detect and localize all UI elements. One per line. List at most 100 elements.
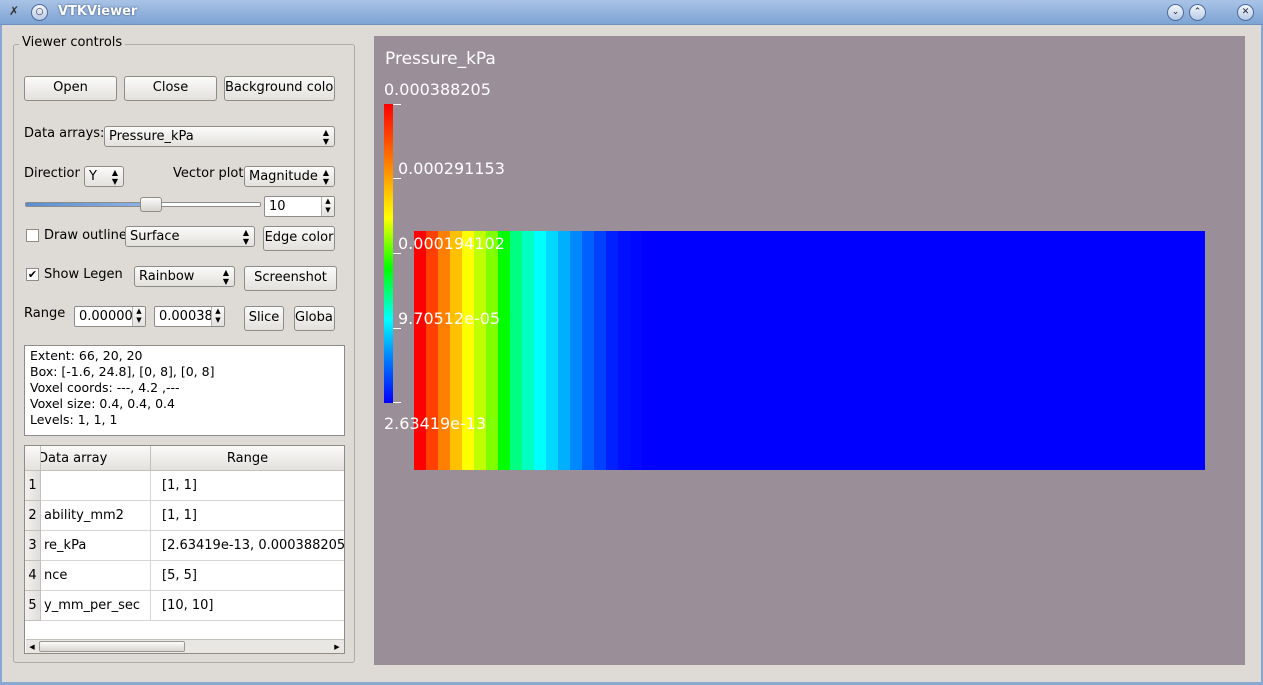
slice-button[interactable]: Slice: [244, 306, 284, 331]
spin-arrows-icon[interactable]: ▲ ▼: [321, 197, 334, 216]
direction-value: Y: [89, 169, 97, 184]
colormap-value: Rainbow: [139, 269, 195, 284]
pressure-strip: [414, 231, 426, 470]
column-header-data-array[interactable]: Data array: [41, 446, 151, 471]
table-cell-name[interactable]: ability_mm2: [41, 501, 151, 531]
info-line: Voxel size: 0.4, 0.4, 0.4: [30, 396, 175, 411]
range-label: Range: [24, 306, 66, 321]
data-arrays-select[interactable]: Pressure_kPa ▲ ▼: [104, 126, 335, 147]
row-header[interactable]: 5: [25, 591, 41, 621]
pressure-strip: [618, 231, 630, 470]
pressure-strip: [546, 231, 558, 470]
close-window-button[interactable]: ✕: [1237, 4, 1254, 21]
legend-label: 0.000291153: [398, 159, 505, 178]
info-line: Voxel coords: ---, 4.2 ,---: [30, 380, 180, 395]
column-header-label: Data array: [41, 451, 108, 466]
legend-label: 9.70512e-05: [398, 309, 501, 328]
pressure-strip: [594, 231, 606, 470]
draw-outline-label: Draw outline: [44, 228, 127, 243]
column-header-range[interactable]: Range: [151, 446, 344, 471]
info-line: Box: [-1.6, 24.8], [0, 8], [0, 8]: [30, 364, 215, 379]
pressure-strip: [570, 231, 582, 470]
pressure-strip: [534, 231, 546, 470]
vector-plot-value: Magnitude: [249, 169, 318, 184]
pressure-strip: [558, 231, 570, 470]
data-arrays-label: Data arrays:: [24, 126, 105, 141]
combo-arrows-icon: ▲ ▼: [111, 168, 119, 186]
combo-arrows-icon: ▲ ▼: [322, 128, 330, 146]
scroll-right-icon[interactable]: ▶: [331, 641, 343, 653]
row-header[interactable]: 4: [25, 561, 41, 591]
table-cell-range[interactable]: [1, 1]: [151, 501, 344, 531]
data-arrays-value: Pressure_kPa: [109, 129, 194, 144]
row-header[interactable]: 1: [25, 471, 41, 501]
pressure-strip: [630, 231, 642, 470]
scrollbar-thumb[interactable]: [39, 641, 185, 652]
edge-color-button[interactable]: Edge color: [263, 226, 335, 251]
viewer-controls-title: Viewer controls: [19, 35, 126, 50]
legend-label-max: 0.000388205: [384, 80, 491, 99]
window-title: VTKViewer: [58, 4, 138, 19]
row-header[interactable]: 3: [25, 531, 41, 561]
direction-label: Direction: [24, 166, 80, 181]
pressure-strip: [522, 231, 534, 470]
pressure-strip: [582, 231, 594, 470]
combo-arrows-icon: ▲ ▼: [322, 168, 330, 186]
slice-spinbox[interactable]: 10 ▲ ▼: [264, 196, 335, 217]
colormap-select[interactable]: Rainbow ▲ ▼: [134, 266, 235, 287]
pressure-strip: [474, 231, 486, 470]
legend-label-min: 2.63419e-13: [384, 414, 487, 433]
pressure-strip: [450, 231, 462, 470]
pressure-strip: [462, 231, 474, 470]
range-min-value: 0.00000: [79, 309, 133, 324]
combo-arrows-icon: ▲ ▼: [242, 228, 250, 246]
global-button[interactable]: Global: [294, 306, 335, 331]
close-button[interactable]: Close: [124, 76, 217, 101]
range-min-spinbox[interactable]: 0.00000 ▲ ▼: [74, 306, 146, 327]
title-bar: ✗ ○ VTKViewer ⌄ ⌃ ✕: [0, 0, 1263, 25]
draw-outline-checkbox[interactable]: [26, 229, 39, 242]
table-cell-name[interactable]: re_kPa: [41, 531, 151, 561]
open-button[interactable]: Open: [24, 76, 117, 101]
screenshot-button[interactable]: Screenshot: [244, 266, 337, 291]
representation-value: Surface: [130, 229, 180, 244]
range-max-spinbox[interactable]: 0.00038 ▲ ▼: [154, 306, 225, 327]
info-text-box: Extent: 66, 20, 20 Box: [-1.6, 24.8], [0…: [24, 345, 345, 436]
column-header-label: Range: [226, 451, 269, 466]
pressure-strip: [438, 231, 450, 470]
window-menu-icon[interactable]: ○: [31, 4, 48, 21]
color-legend-bar: [384, 104, 393, 403]
pressure-strip: [510, 231, 522, 470]
info-line: Extent: 66, 20, 20: [30, 348, 143, 363]
spin-arrows-icon[interactable]: ▲ ▼: [132, 307, 145, 326]
minimize-button[interactable]: ⌄: [1167, 4, 1184, 21]
pressure-strip: [606, 231, 618, 470]
pressure-strip: [426, 231, 438, 470]
pressure-strip: [486, 231, 498, 470]
row-header[interactable]: 2: [25, 501, 41, 531]
scroll-left-icon[interactable]: ◀: [26, 641, 38, 653]
table-cell-name[interactable]: y_mm_per_sec: [41, 591, 151, 621]
render-viewport[interactable]: Pressure_kPa 0.000388205 0.000291153 0.0…: [374, 36, 1245, 665]
table-cell-range[interactable]: [1, 1]: [151, 471, 344, 501]
table-cell-range[interactable]: [5, 5]: [151, 561, 344, 591]
pressure-strip: [498, 231, 510, 470]
table-cell-range[interactable]: [2.63419e-13, 0.000388205]: [151, 531, 344, 561]
direction-select[interactable]: Y ▲ ▼: [84, 166, 124, 187]
background-color-button[interactable]: Background color: [224, 76, 335, 101]
vector-plot-select[interactable]: Magnitude ▲ ▼: [244, 166, 335, 187]
combo-arrows-icon: ▲ ▼: [222, 268, 230, 286]
legend-tick: [393, 178, 401, 179]
legend-tick: [393, 104, 401, 105]
show-legend-checkbox[interactable]: ✔: [26, 268, 39, 281]
pressure-slab: [414, 231, 1205, 470]
table-horizontal-scrollbar[interactable]: ◀ ▶: [26, 639, 344, 653]
table-cell-name[interactable]: [41, 471, 151, 501]
slice-slider-handle[interactable]: [140, 197, 162, 212]
representation-select[interactable]: Surface ▲ ▼: [125, 226, 255, 247]
maximize-button[interactable]: ⌃: [1189, 4, 1206, 21]
table-cell-range[interactable]: [10, 10]: [151, 591, 344, 621]
legend-title: Pressure_kPa: [385, 49, 496, 69]
spin-arrows-icon[interactable]: ▲ ▼: [211, 307, 224, 326]
table-cell-name[interactable]: nce: [41, 561, 151, 591]
